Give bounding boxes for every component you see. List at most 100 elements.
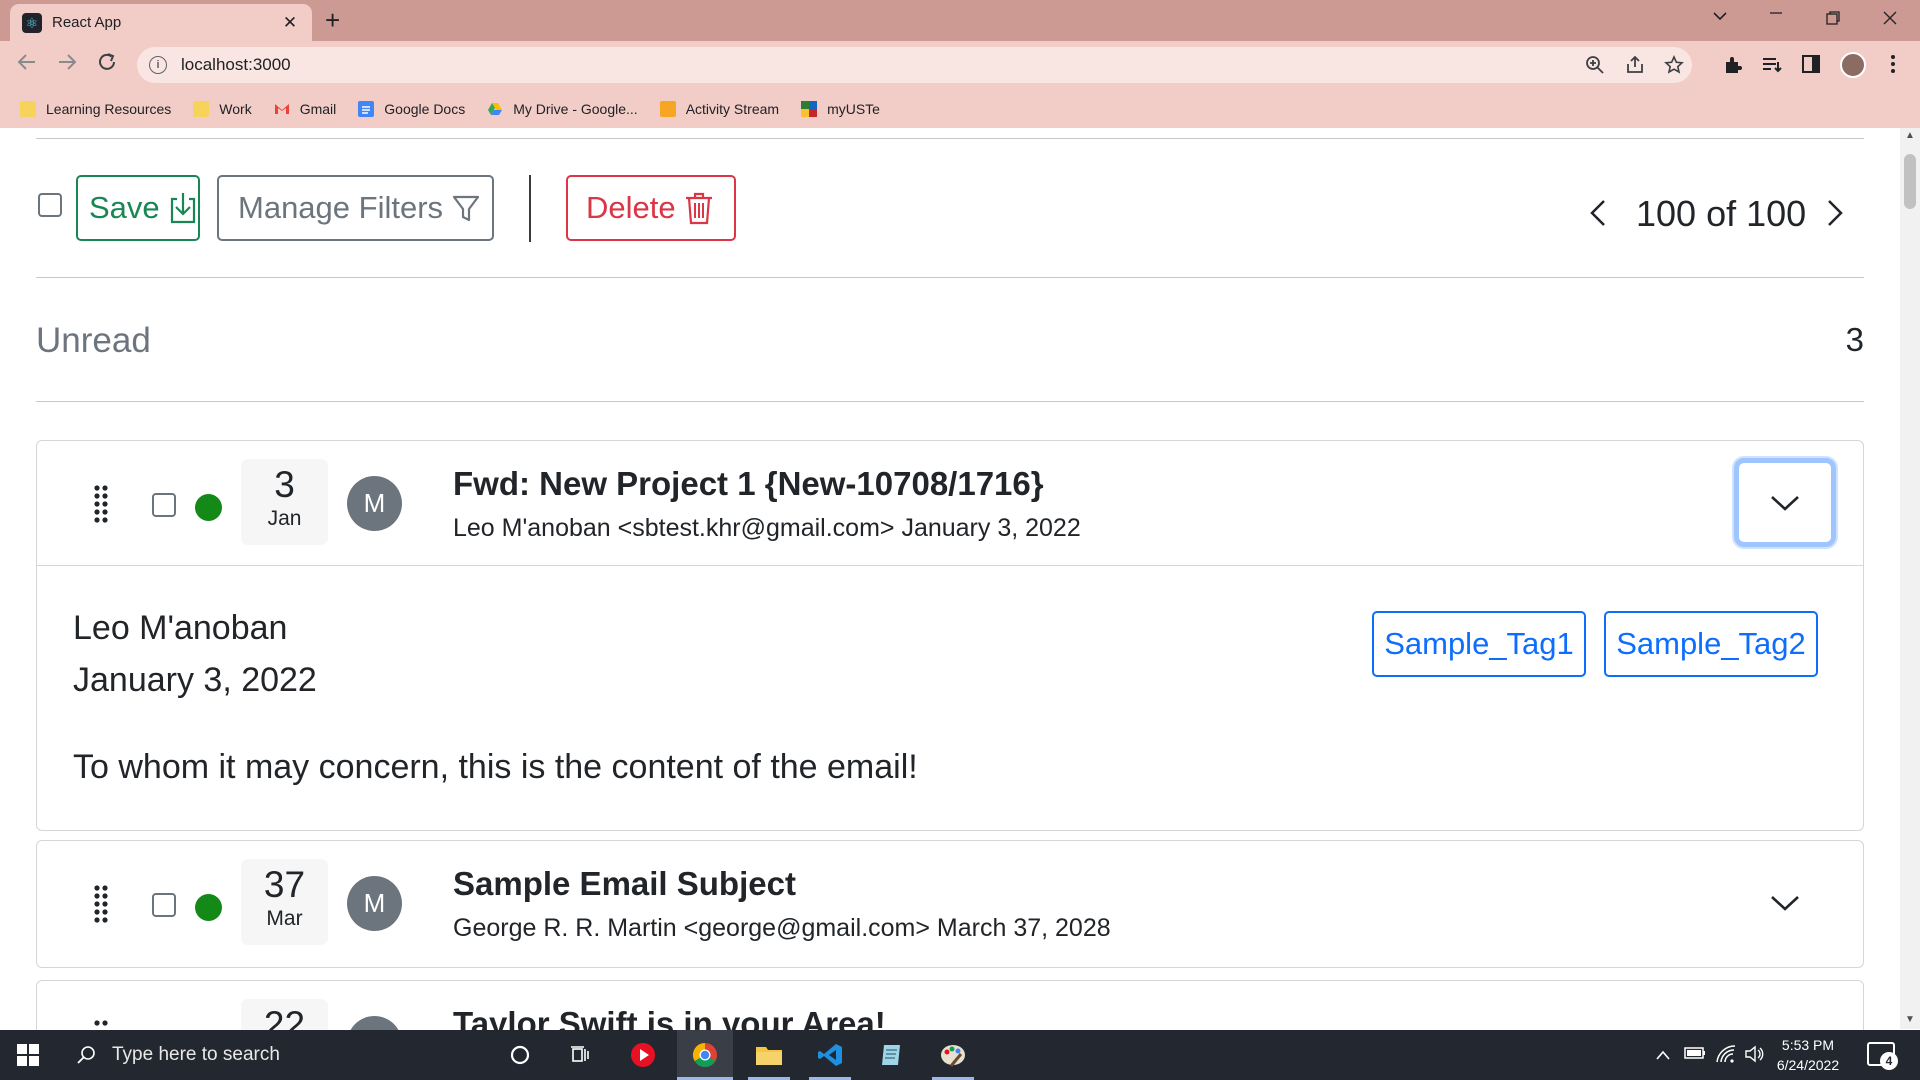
zoom-icon[interactable] [1585,55,1605,80]
scroll-down-arrow-icon[interactable]: ▼ [1905,1014,1915,1025]
extensions-icon[interactable] [1722,54,1744,81]
chrome-taskbar-icon[interactable] [677,1030,733,1080]
sender-avatar: M [347,476,402,531]
share-icon[interactable] [1625,55,1645,80]
bookmark-label: Activity Stream [685,100,780,117]
site-info-icon[interactable]: i [149,56,167,74]
browser-tab[interactable]: ⚛ React App ✕ [10,4,312,41]
email-date-box: 3 Jan [241,459,328,545]
bookmark-my-drive[interactable]: My Drive - Google... [487,100,638,117]
folder-icon [193,100,210,117]
page-scrollbar[interactable]: ▲ ▼ [1900,128,1920,1029]
tab-title: React App [52,14,122,31]
toolbar-divider [529,175,531,242]
minimize-icon[interactable] [1768,4,1784,25]
battery-icon[interactable] [1684,1045,1706,1065]
search-icon [77,1046,95,1064]
restore-icon[interactable] [1825,10,1841,31]
drag-handle-icon[interactable] [93,1019,109,1030]
tab-search-chevron-icon[interactable] [1712,6,1728,26]
tag-button[interactable]: Sample_Tag1 [1372,611,1586,677]
side-panel-icon[interactable] [1801,54,1821,79]
task-view-icon[interactable] [552,1030,610,1080]
bookmark-learning-resources[interactable]: Learning Resources [20,100,171,117]
vscode-icon[interactable] [801,1030,859,1080]
media-player-icon[interactable] [614,1030,672,1080]
taskbar-clock[interactable]: 5:53 PM 6/24/2022 [1768,1035,1848,1075]
taskbar-search-box[interactable]: Type here to search [62,1030,490,1080]
gmail-icon [274,101,290,117]
email-select-checkbox[interactable] [152,493,176,517]
bookmark-label: My Drive - Google... [513,100,638,117]
show-hidden-icons-chevron-icon[interactable] [1655,1046,1671,1066]
wifi-icon[interactable] [1716,1045,1736,1068]
email-date-month: Jan [267,507,302,530]
file-explorer-icon[interactable] [740,1030,798,1080]
notepad-app-icon[interactable] [862,1030,920,1080]
email-subject[interactable]: Fwd: New Project 1 {New-10708/1716} [453,465,1044,503]
reading-list-icon[interactable] [1761,54,1783,81]
close-window-icon[interactable] [1882,10,1898,31]
email-card: 37 Mar M Sample Email Subject George R. … [36,840,1864,968]
email-subject[interactable]: Sample Email Subject [453,865,796,903]
collapse-email-button[interactable] [1734,458,1836,547]
browser-toolbar: i localhost:3000 [0,41,1920,89]
email-card: 3 Jan M Fwd: New Project 1 {New-10708/17… [36,440,1864,831]
tag-button[interactable]: Sample_Tag2 [1604,611,1818,677]
forward-icon[interactable] [56,51,78,79]
email-card: 22 M Taylor Swift is in your Area! [36,980,1864,1030]
reload-icon[interactable] [96,51,118,79]
menu-kebab-icon[interactable] [1890,53,1896,80]
react-favicon-icon: ⚛ [22,12,42,33]
address-url[interactable]: localhost:3000 [181,55,291,75]
email-card-header[interactable]: 37 Mar M Sample Email Subject George R. … [37,841,1863,965]
pagination-label: 100 of 100 [1636,193,1807,234]
sender-avatar: M [347,876,402,931]
email-card-header[interactable]: 22 M Taylor Swift is in your Area! [37,981,1863,1030]
new-tab-icon[interactable]: + [325,6,340,34]
email-date-day: 3 [274,464,295,505]
volume-icon[interactable] [1744,1045,1764,1068]
myuste-icon [801,100,818,117]
select-all-checkbox[interactable] [38,193,62,217]
email-select-checkbox[interactable] [152,893,176,917]
bookmark-google-docs[interactable]: Google Docs [358,100,465,117]
email-date-box: 22 [241,999,328,1030]
save-button[interactable]: Save [76,175,200,241]
manage-filters-button[interactable]: Manage Filters [217,175,494,241]
bookmark-gmail[interactable]: Gmail [274,100,337,117]
taskbar-search-placeholder: Type here to search [112,1044,280,1065]
scroll-up-arrow-icon[interactable]: ▲ [1905,130,1915,141]
email-subject[interactable]: Taylor Swift is in your Area! [453,1005,886,1030]
bookmark-activity-stream[interactable]: Activity Stream [659,100,780,117]
paint-app-icon[interactable] [924,1030,982,1080]
back-icon[interactable] [16,51,38,79]
docs-icon [358,100,375,117]
divider [36,277,1864,278]
drive-icon [487,101,503,117]
bookmark-label: Gmail [299,100,337,117]
next-page-icon[interactable] [1826,198,1844,233]
bookmark-myuste[interactable]: myUSTe [801,100,880,117]
tab-close-icon[interactable]: ✕ [280,13,300,33]
bookmark-work[interactable]: Work [193,100,252,117]
previous-page-icon[interactable] [1589,198,1607,233]
bookmark-star-icon[interactable] [1664,55,1684,80]
scrollbar-thumb[interactable] [1904,154,1916,209]
bookmark-label: myUSTe [827,100,880,117]
profile-avatar[interactable] [1840,52,1866,78]
email-card-header[interactable]: 3 Jan M Fwd: New Project 1 {New-10708/17… [37,441,1863,565]
delete-button-label: Delete [586,190,676,225]
save-download-icon [170,193,195,224]
expand-email-button[interactable] [1734,858,1836,947]
address-bar[interactable]: i localhost:3000 [137,47,1692,83]
cortana-icon[interactable] [491,1030,549,1080]
delete-button[interactable]: Delete [566,175,736,241]
drag-handle-icon[interactable] [93,884,109,929]
drag-handle-icon[interactable] [93,484,109,529]
email-date-day: 37 [263,864,306,905]
windows-start-icon[interactable] [17,1044,39,1071]
email-sender-meta: Leo M'anoban <sbtest.khr@gmail.com> Janu… [453,514,1081,542]
chevron-down-icon [1771,895,1799,911]
folder-icon [20,100,36,117]
